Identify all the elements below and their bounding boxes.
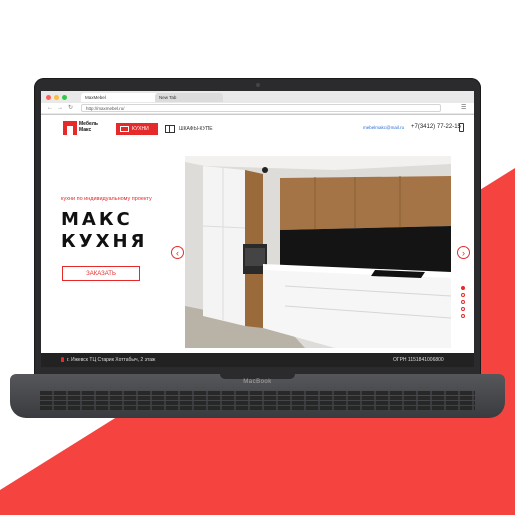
- chevron-right-icon[interactable]: ›: [457, 246, 470, 259]
- footer-address: г. Ижевск ТЦ Старик Хоттабыч, 2 этаж: [67, 357, 156, 363]
- order-button[interactable]: ЗАКАЗАТЬ: [62, 266, 140, 281]
- logo-icon[interactable]: [63, 121, 77, 135]
- close-window-button[interactable]: [46, 95, 51, 100]
- slide-dot-1[interactable]: [461, 286, 465, 290]
- minimize-window-button[interactable]: [54, 95, 59, 100]
- tab-label: New Tab: [159, 95, 177, 100]
- slider-pagination: [461, 286, 465, 318]
- maximize-window-button[interactable]: [62, 95, 67, 100]
- email-link[interactable]: mebelmakc@mail.ru: [363, 125, 404, 130]
- back-arrow-icon[interactable]: ←: [47, 103, 53, 113]
- logo-text[interactable]: Мебель Макс: [79, 121, 98, 133]
- footer-bar: г. Ижевск ТЦ Старик Хоттабыч, 2 этаж ОГР…: [41, 353, 474, 367]
- hamburger-menu-icon[interactable]: ☰: [461, 103, 466, 113]
- hero-subtitle: кухни по индивидуальному проекту: [61, 196, 152, 202]
- camera-icon: [256, 83, 260, 87]
- tab-new[interactable]: New Tab: [155, 93, 223, 102]
- nav-label: КУХНИ: [132, 126, 149, 132]
- tab-label: MaxMebel: [85, 95, 106, 100]
- nav-label: ШКАФЫ-КУПЕ: [179, 126, 213, 132]
- slide-dot-5[interactable]: [461, 314, 465, 318]
- laptop-lid: MaxMebel New Tab ← → ↻ http://maxmebel.r…: [34, 78, 481, 376]
- keyboard: [40, 391, 475, 413]
- wardrobe-icon: [165, 125, 175, 133]
- laptop-base: MacBook: [10, 374, 505, 418]
- laptop-screen: MaxMebel New Tab ← → ↻ http://maxmebel.r…: [41, 91, 474, 367]
- address-row: ← → ↻ http://maxmebel.ru/ ☰: [41, 103, 474, 113]
- hero-text: кухни по индивидуальному проекту МАКС КУ…: [41, 149, 191, 349]
- chevron-left-icon[interactable]: ‹: [171, 246, 184, 259]
- forward-arrow-icon[interactable]: →: [57, 103, 63, 113]
- slide-dot-4[interactable]: [461, 307, 465, 311]
- slide-dot-2[interactable]: [461, 293, 465, 297]
- tab-maxmebel[interactable]: MaxMebel: [81, 93, 159, 102]
- address-bar[interactable]: http://maxmebel.ru/: [81, 104, 441, 112]
- browser-chrome: MaxMebel New Tab ← → ↻ http://maxmebel.r…: [41, 91, 474, 115]
- window-controls: [46, 95, 67, 100]
- site-header: Мебель Макс КУХНИ ШКАФЫ-КУПЕ mebelmakc@m…: [41, 115, 474, 149]
- kitchen-icon: [120, 126, 129, 132]
- location-pin-icon: [61, 357, 64, 362]
- mobile-phone-icon[interactable]: [459, 123, 464, 132]
- logo-line-2: Макс: [79, 126, 92, 133]
- address-text: http://maxmebel.ru/: [86, 106, 125, 111]
- hero-title-line-1: МАКС: [61, 209, 133, 230]
- phone-number[interactable]: +7(3412) 77-22-15: [411, 124, 461, 130]
- slide-dot-3[interactable]: [461, 300, 465, 304]
- nav-item-kitchens[interactable]: КУХНИ: [116, 123, 158, 135]
- hero-title-line-2: КУХНЯ: [61, 231, 148, 252]
- nav-item-wardrobes[interactable]: ШКАФЫ-КУПЕ: [165, 123, 213, 135]
- footer-ogrn: ОГРН 1151841006800: [393, 357, 444, 363]
- kitchen-photo: [185, 156, 451, 348]
- reload-icon[interactable]: ↻: [68, 103, 73, 113]
- laptop-brand: MacBook: [243, 379, 272, 385]
